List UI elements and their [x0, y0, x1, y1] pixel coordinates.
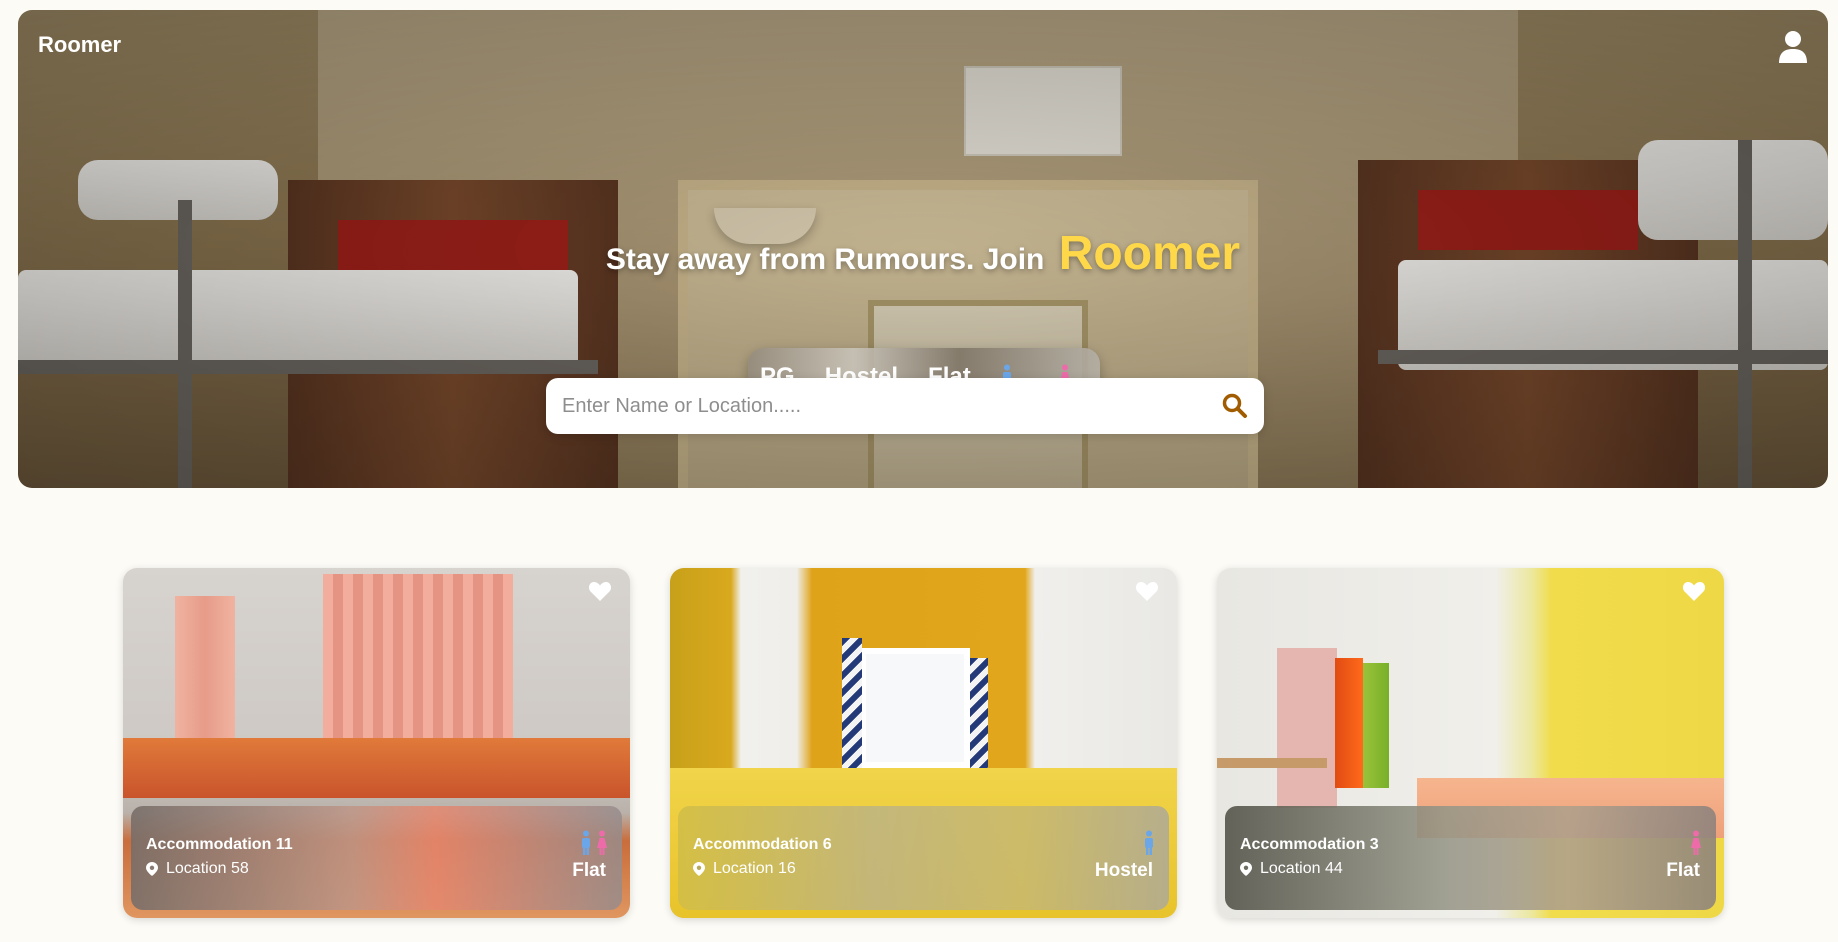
location-pin-icon [1240, 862, 1252, 876]
listing-genders [1690, 830, 1702, 856]
female-icon [1691, 830, 1701, 855]
male-icon [1145, 830, 1153, 855]
listing-info-panel: Accommodation 11 Location 58 Flat [131, 806, 622, 910]
male-icon [582, 830, 590, 855]
listing-type: Flat [1666, 860, 1700, 881]
hero-tagline-accent: Roomer [1058, 227, 1241, 280]
search-input[interactable] [562, 378, 1202, 434]
user-icon[interactable] [1778, 30, 1808, 64]
listing-type: Hostel [1094, 860, 1153, 881]
listing-name: Accommodation 3 [1240, 836, 1379, 853]
heart-icon[interactable] [588, 580, 612, 602]
location-pin-icon [146, 862, 158, 876]
listing-genders [580, 830, 608, 856]
listing-location: Location 44 [1240, 860, 1343, 878]
listing-name: Accommodation 6 [693, 836, 832, 853]
hero-tagline-text: Stay away from Rumours. Join [605, 243, 1045, 276]
listing-name: Accommodation 11 [146, 836, 293, 853]
listing-genders [1143, 830, 1155, 856]
heart-icon[interactable] [1682, 580, 1706, 602]
location-pin-icon [693, 862, 705, 876]
search-icon[interactable] [1222, 393, 1248, 419]
listing-location-text: Location 44 [1260, 860, 1343, 877]
search-bar [546, 378, 1264, 434]
female-icon [597, 830, 607, 855]
listing-card[interactable]: Accommodation 11 Location 58 Flat [123, 568, 630, 918]
listing-location: Location 16 [693, 860, 796, 878]
heart-icon[interactable] [1135, 580, 1159, 602]
listing-info-panel: Accommodation 6 Location 16 Hostel [678, 806, 1169, 910]
listing-location: Location 58 [146, 860, 249, 878]
listing-type: Flat [572, 860, 606, 881]
brand-logo[interactable]: Roomer [38, 32, 121, 58]
listing-card[interactable]: Accommodation 3 Location 44 Flat [1217, 568, 1724, 918]
listing-info-panel: Accommodation 3 Location 44 Flat [1225, 806, 1716, 910]
hero-tagline: Stay away from Rumours. Join Roomer [18, 226, 1828, 281]
listing-location-text: Location 16 [713, 860, 796, 877]
listing-location-text: Location 58 [166, 860, 249, 877]
listing-card[interactable]: Accommodation 6 Location 16 Hostel [670, 568, 1177, 918]
